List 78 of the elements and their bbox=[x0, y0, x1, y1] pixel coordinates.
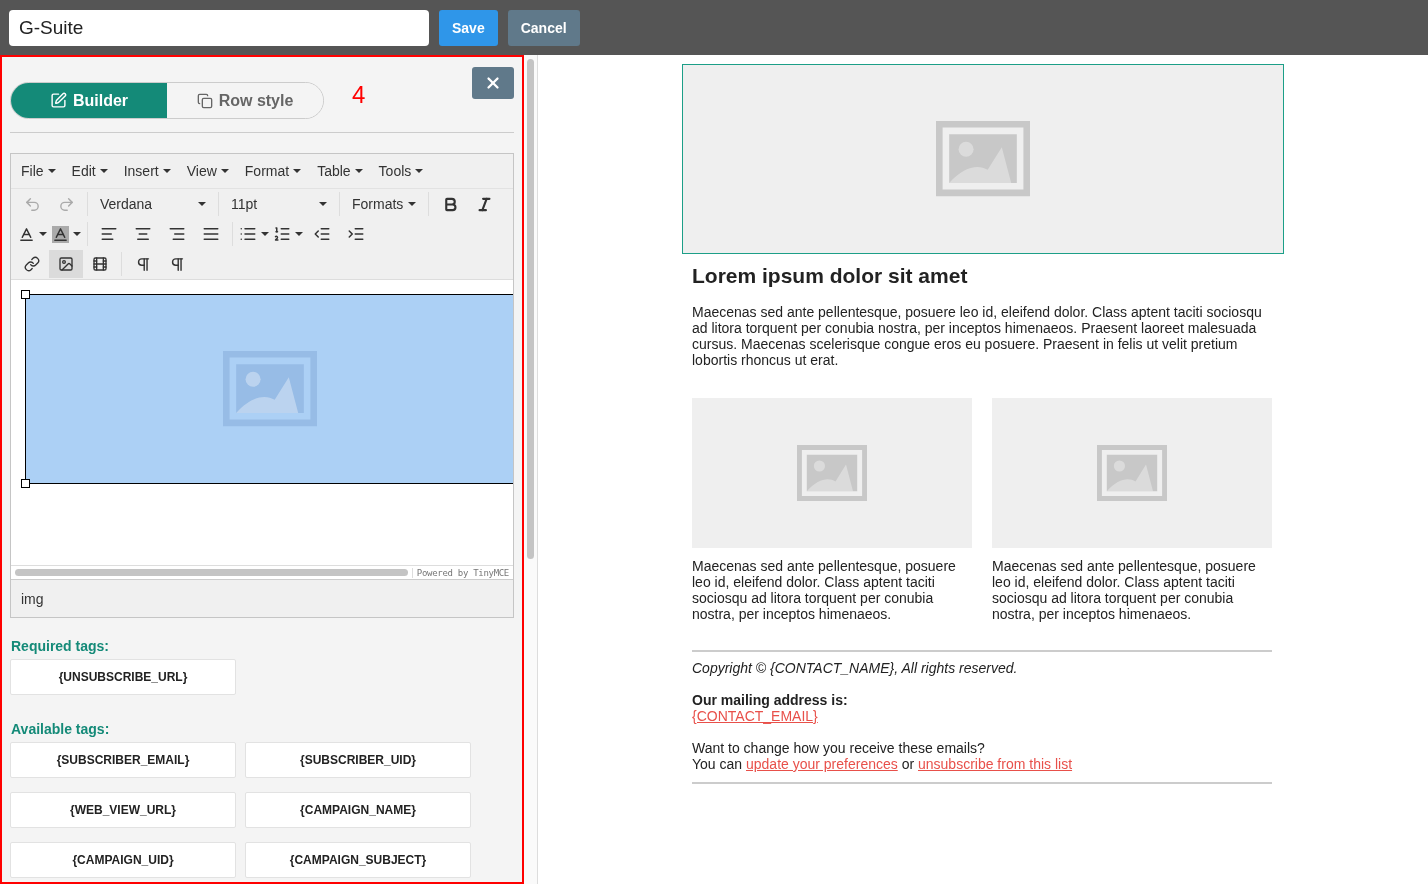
menu-item[interactable]: Table bbox=[311, 161, 369, 181]
copy-icon bbox=[196, 92, 213, 109]
annotation-number: 4 bbox=[352, 80, 366, 109]
unsubscribe-link[interactable]: unsubscribe from this list bbox=[918, 756, 1073, 772]
text-color-icon bbox=[17, 225, 35, 243]
image-icon bbox=[797, 445, 867, 501]
email-link[interactable]: {CONTACT_EMAIL} bbox=[692, 708, 818, 724]
tag-button[interactable]: {CAMPAIGN_SUBJECT} bbox=[245, 842, 471, 878]
image-button[interactable] bbox=[49, 250, 83, 278]
tab[interactable]: Builder bbox=[11, 83, 167, 118]
tag-button[interactable]: {CAMPAIGN_NAME} bbox=[245, 792, 471, 828]
image-icon bbox=[58, 256, 74, 272]
tag-button[interactable]: {SUBSCRIBER_EMAIL} bbox=[10, 742, 236, 778]
preferences-sentence: You can update your preferences or unsubscribe from this list bbox=[692, 756, 1074, 772]
name-field[interactable]: G-Suite bbox=[9, 9, 429, 46]
cancel-button[interactable]: Cancel bbox=[507, 9, 580, 46]
resize-handle[interactable] bbox=[21, 290, 30, 299]
numbered-list-icon bbox=[273, 225, 291, 243]
outdent-icon bbox=[313, 225, 331, 243]
image-icon bbox=[222, 351, 317, 427]
redo-icon bbox=[57, 195, 75, 213]
column-paragraph: Maecenas sed ante pellentesque, posuere leo id, eleifend dolor. Class aptent taciti sociosqu ad litora torquent per conubia nostra, per inceptos himenaeos. bbox=[692, 558, 957, 622]
justify-icon bbox=[202, 225, 220, 243]
scrollbar[interactable] bbox=[15, 569, 408, 576]
tag-button[interactable]: {CAMPAIGN_UID} bbox=[10, 842, 236, 878]
caret-icon bbox=[99, 169, 108, 173]
caret-icon bbox=[72, 232, 81, 236]
formats-select[interactable]: Formats bbox=[344, 196, 424, 212]
tag-button[interactable]: {SUBSCRIBER_UID} bbox=[245, 742, 471, 778]
menu-item[interactable]: Tools bbox=[372, 161, 430, 181]
film-icon bbox=[92, 256, 108, 272]
link-icon bbox=[24, 256, 40, 272]
scrollbar[interactable] bbox=[527, 59, 534, 559]
caret-icon bbox=[47, 169, 56, 173]
caret-icon bbox=[319, 202, 327, 206]
email-heading: Lorem ipsum dolor sit amet bbox=[692, 264, 969, 288]
resize-handle[interactable] bbox=[21, 479, 30, 488]
caret-icon bbox=[293, 169, 302, 173]
intro-paragraph: Maecenas sed ante pellentesque, posuere leo id, eleifend dolor. Class aptent taciti sociosqu ad litora torquent per conubia nostra, per inceptos himenaeos. Praesent laoreet malesuada cursus. Maecenas scelerisque congue eros eu posuere. Praesent in felis ut velit pretium lobortis rhoncus ut erat. bbox=[692, 304, 1263, 368]
caret-icon bbox=[198, 202, 206, 206]
caret-icon bbox=[38, 232, 47, 236]
caret-icon bbox=[354, 169, 363, 173]
change-text: Want to change how you receive these emails? bbox=[692, 740, 986, 756]
close-icon bbox=[484, 74, 502, 92]
edit-icon bbox=[49, 92, 67, 109]
bullet-list-icon bbox=[239, 225, 257, 243]
menu-item[interactable]: File bbox=[15, 161, 62, 181]
align-left-icon bbox=[100, 225, 118, 243]
tag-button[interactable]: {UNSUBSCRIBE_URL} bbox=[10, 659, 236, 695]
element-path[interactable]: img bbox=[21, 590, 44, 607]
align-right-icon bbox=[168, 225, 186, 243]
menu-item[interactable]: Edit bbox=[65, 161, 114, 181]
image-icon bbox=[1097, 445, 1167, 501]
menu-item[interactable]: Format bbox=[238, 161, 308, 181]
menu-item[interactable]: Insert bbox=[117, 161, 177, 181]
branding-text: Powered by TinyMCE bbox=[411, 567, 513, 578]
caret-icon bbox=[220, 169, 229, 173]
caret-icon bbox=[162, 169, 171, 173]
section-title: Available tags: bbox=[11, 721, 111, 737]
address-label: Our mailing address is: bbox=[692, 692, 849, 708]
menu-item[interactable]: View bbox=[180, 161, 235, 181]
caret-icon bbox=[408, 202, 416, 206]
copyright-text: Copyright © {CONTACT_NAME}, All rights reserved. bbox=[692, 660, 1019, 676]
section-title: Required tags: bbox=[11, 638, 110, 654]
align-center-icon bbox=[134, 225, 152, 243]
caret-icon bbox=[295, 232, 303, 236]
size-select[interactable]: 11pt bbox=[223, 196, 335, 212]
close-button[interactable] bbox=[472, 67, 514, 99]
column-paragraph: Maecenas sed ante pellentesque, posuere leo id, eleifend dolor. Class aptent taciti sociosqu ad litora torquent per conubia nostra, per inceptos himenaeos. bbox=[992, 558, 1257, 622]
highlight-icon bbox=[51, 225, 69, 243]
tag-button[interactable]: {WEB_VIEW_URL} bbox=[10, 792, 236, 828]
image-icon bbox=[936, 121, 1030, 197]
preferences-link[interactable]: update your preferences bbox=[746, 756, 898, 772]
font-select[interactable]: Verdana bbox=[92, 196, 214, 212]
caret-icon bbox=[415, 169, 424, 173]
caret-icon bbox=[261, 232, 269, 236]
indent-icon bbox=[347, 225, 365, 243]
undo-icon bbox=[23, 195, 41, 213]
